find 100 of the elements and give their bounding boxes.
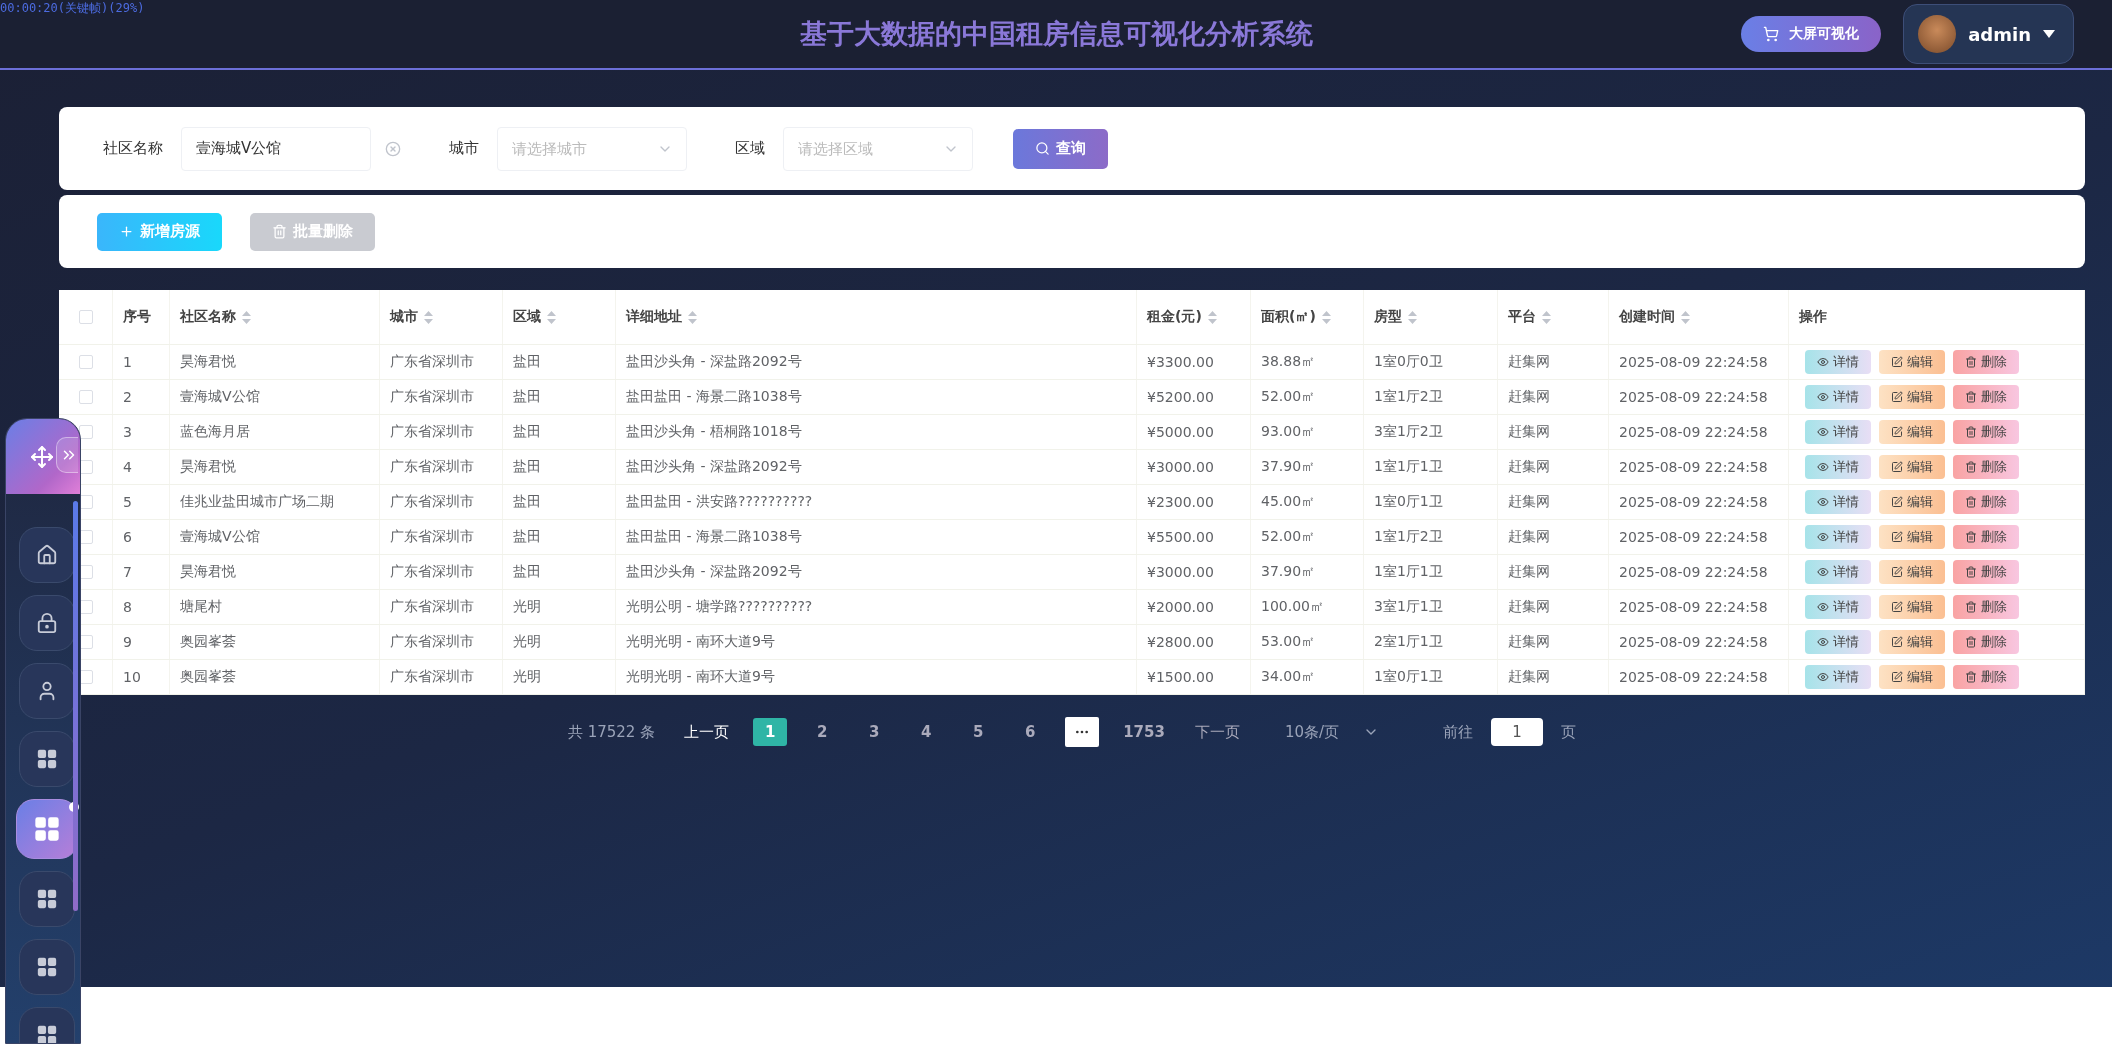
- sidebar-item[interactable]: [19, 871, 75, 927]
- table-cell: 光明: [513, 668, 541, 686]
- select-field[interactable]: 请选择城市: [497, 126, 687, 171]
- table-cell: 广东省深圳市: [390, 353, 474, 371]
- sidebar-item[interactable]: [19, 939, 75, 995]
- delete-button[interactable]: 删除: [1953, 665, 2019, 689]
- delete-button[interactable]: 删除: [1953, 595, 2019, 619]
- user-menu[interactable]: admin: [1903, 4, 2074, 64]
- column-header: 平台: [1508, 308, 1536, 326]
- table-cell: 广东省深圳市: [390, 633, 474, 651]
- table-cell: 盐田盐田 - 洪安路??????????: [626, 493, 813, 511]
- table-cell: 盐田盐田 - 海景二路1038号: [626, 528, 802, 546]
- table-cell: 52.00㎡: [1261, 388, 1316, 406]
- table-cell: 光明光明 - 南环大道9号: [626, 633, 775, 651]
- community-name-field[interactable]: 壹海城V公馆: [181, 126, 371, 171]
- select-field[interactable]: 请选择区域: [783, 126, 973, 171]
- delete-button[interactable]: 删除: [1953, 525, 2019, 549]
- delete-button[interactable]: 删除: [1953, 420, 2019, 444]
- detail-button[interactable]: 详情: [1805, 455, 1871, 479]
- checkbox[interactable]: [79, 310, 93, 324]
- scrollbar[interactable]: [73, 501, 78, 911]
- page-button[interactable]: 4: [909, 718, 944, 746]
- edit-button[interactable]: 编辑: [1879, 350, 1945, 374]
- detail-button[interactable]: 详情: [1805, 525, 1871, 549]
- table-cell: 38.88㎡: [1261, 353, 1316, 371]
- table-cell: 光明: [513, 633, 541, 651]
- column-header: 详细地址: [626, 308, 682, 326]
- table-cell: 6: [123, 529, 132, 545]
- delete-button[interactable]: 删除: [1953, 560, 2019, 584]
- goto-label: 前往: [1443, 722, 1474, 742]
- table-cell: 盐田: [513, 458, 541, 476]
- table-cell: ¥5500.00: [1147, 529, 1214, 545]
- column-header: 操作: [1799, 308, 1827, 326]
- delete-button[interactable]: 删除: [1953, 385, 2019, 409]
- prev-page-button[interactable]: 上一页: [678, 718, 736, 746]
- detail-button[interactable]: 详情: [1805, 560, 1871, 584]
- column-header: 面积(㎡): [1261, 308, 1316, 326]
- pencil-icon: [1891, 671, 1903, 683]
- sidebar-item[interactable]: [19, 731, 75, 787]
- table-cell: 广东省深圳市: [390, 388, 474, 406]
- page-size-select[interactable]: 10条/页: [1278, 721, 1386, 743]
- edit-button[interactable]: 编辑: [1879, 595, 1945, 619]
- table-cell: 93.00㎡: [1261, 423, 1316, 441]
- delete-button[interactable]: 删除: [1953, 350, 2019, 374]
- plus-icon: [119, 224, 134, 239]
- pencil-icon: [1891, 636, 1903, 648]
- delete-button[interactable]: 删除: [1953, 455, 2019, 479]
- table-cell: 赶集网: [1508, 458, 1550, 476]
- detail-button[interactable]: 详情: [1805, 630, 1871, 654]
- table-cell: 佳兆业盐田城市广场二期: [180, 493, 334, 511]
- detail-button[interactable]: 详情: [1805, 595, 1871, 619]
- table-cell: 37.90㎡: [1261, 458, 1316, 476]
- page-button[interactable]: 3: [857, 718, 892, 746]
- sidebar-item[interactable]: [19, 527, 75, 583]
- table-cell: 7: [123, 564, 132, 580]
- pencil-icon: [1891, 426, 1903, 438]
- more-pages-button[interactable]: [1065, 717, 1100, 747]
- table-cell: 2025-08-09 22:24:58: [1619, 634, 1768, 650]
- table-cell: 光明: [513, 598, 541, 616]
- sidebar-item[interactable]: [19, 663, 75, 719]
- edit-button[interactable]: 编辑: [1879, 455, 1945, 479]
- eye-icon: [1817, 601, 1829, 613]
- page-button[interactable]: 1753: [1117, 718, 1171, 746]
- checkbox[interactable]: [79, 425, 93, 439]
- table-cell: 赶集网: [1508, 563, 1550, 581]
- table-cell: 广东省深圳市: [390, 563, 474, 581]
- table-cell: ¥2000.00: [1147, 599, 1214, 615]
- detail-button[interactable]: 详情: [1805, 385, 1871, 409]
- edit-button[interactable]: 编辑: [1879, 420, 1945, 444]
- next-page-button[interactable]: 下一页: [1188, 718, 1246, 746]
- move-icon[interactable]: [30, 444, 54, 469]
- delete-button[interactable]: 删除: [1953, 490, 2019, 514]
- detail-button[interactable]: 详情: [1805, 350, 1871, 374]
- table-cell: 10: [123, 669, 141, 685]
- checkbox[interactable]: [79, 390, 93, 404]
- dashboard-button[interactable]: 大屏可视化: [1741, 16, 1882, 52]
- goto-page-field[interactable]: 1: [1491, 718, 1544, 746]
- page-button[interactable]: 2: [805, 718, 840, 746]
- table-cell: 2025-08-09 22:24:58: [1619, 459, 1768, 475]
- checkbox[interactable]: [79, 355, 93, 369]
- delete-button[interactable]: 删除: [1953, 630, 2019, 654]
- detail-button[interactable]: 详情: [1805, 665, 1871, 689]
- edit-button[interactable]: 编辑: [1879, 560, 1945, 584]
- cart-icon: [1763, 26, 1780, 42]
- table-cell: 4: [123, 459, 132, 475]
- page-button[interactable]: 6: [1013, 718, 1048, 746]
- table-cell: 盐田: [513, 563, 541, 581]
- edit-button[interactable]: 编辑: [1879, 630, 1945, 654]
- edit-button[interactable]: 编辑: [1879, 525, 1945, 549]
- table-cell: 2025-08-09 22:24:58: [1619, 669, 1768, 685]
- sidebar-item[interactable]: [19, 595, 75, 651]
- edit-button[interactable]: 编辑: [1879, 490, 1945, 514]
- search-button[interactable]: 查询: [1013, 128, 1108, 169]
- edit-button[interactable]: 编辑: [1879, 385, 1945, 409]
- detail-button[interactable]: 详情: [1805, 420, 1871, 444]
- table-cell: 1室0厅0卫: [1374, 353, 1443, 371]
- detail-button[interactable]: 详情: [1805, 490, 1871, 514]
- page-button[interactable]: 5: [961, 718, 996, 746]
- edit-button[interactable]: 编辑: [1879, 665, 1945, 689]
- search-icon: [1035, 141, 1050, 156]
